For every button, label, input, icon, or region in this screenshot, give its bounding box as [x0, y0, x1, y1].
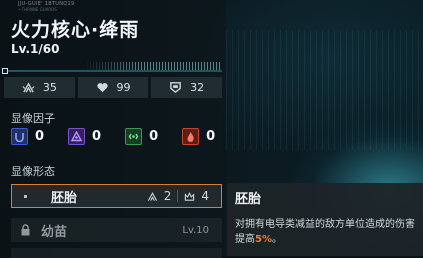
level-text: Lv.1/60 — [11, 42, 60, 56]
stat-health: 99 — [77, 77, 149, 98]
tooltip-title: 胚胎 — [235, 192, 262, 207]
blue-factor-icon — [11, 128, 28, 145]
factor-green[interactable]: 0 — [125, 128, 158, 145]
factor-purple-value: 0 — [92, 129, 102, 144]
form-item-locked[interactable]: 幼苗 Lv.10 — [11, 218, 222, 242]
attack-icon — [147, 191, 157, 201]
stat-defense-value: 32 — [190, 81, 205, 94]
green-factor-icon — [125, 128, 143, 145]
form-name: 幼苗 — [41, 224, 68, 240]
progress-wave — [84, 62, 222, 70]
red-factor-icon — [182, 128, 200, 145]
form-count-a: 2 — [163, 189, 172, 203]
heart-icon — [96, 83, 108, 93]
divider — [177, 190, 179, 202]
factors-section-label: 显像因子 — [11, 112, 55, 125]
progress-track — [4, 70, 222, 72]
level-progress-bar — [2, 62, 222, 74]
forms-section-label: 显像形态 — [11, 165, 55, 178]
factor-blue-value: 0 — [35, 129, 45, 144]
form-tooltip: 胚胎 对拥有电导类减益的敌方单位造成的伤害提高5%。 — [227, 183, 423, 256]
stat-attack: 35 — [4, 77, 75, 98]
background-particles — [220, 30, 420, 150]
micro-subtext: • THRNNE GUARDS — [18, 7, 57, 12]
lock-icon — [21, 224, 30, 236]
item-title: 火力核心·绛雨 — [11, 19, 140, 41]
form-item-active[interactable]: 胚胎 2 4 — [11, 184, 222, 208]
factors-list: 0 0 0 0 — [11, 128, 215, 145]
form-counts: 2 4 — [147, 189, 209, 203]
stat-defense: 32 — [151, 77, 223, 98]
form-item-partial[interactable] — [11, 248, 222, 258]
crown-icon — [185, 191, 195, 201]
factor-blue[interactable]: 0 — [11, 128, 44, 145]
tooltip-highlight: 5% — [255, 234, 272, 245]
stat-attack-value: 35 — [42, 81, 57, 94]
progress-knob — [2, 68, 8, 74]
form-count-b: 4 — [201, 189, 209, 203]
tooltip-text-end: 。 — [271, 234, 282, 245]
factor-red-value: 0 — [206, 129, 216, 144]
factor-green-value: 0 — [149, 129, 159, 144]
shield-icon — [170, 82, 182, 94]
form-name: 胚胎 — [51, 190, 78, 206]
bullet-icon — [24, 194, 27, 198]
factor-red[interactable]: 0 — [182, 128, 215, 145]
tooltip-body: 对拥有电导类减益的敌方单位造成的伤害提高5%。 — [235, 217, 417, 247]
stats-bar: 35 99 32 — [4, 77, 223, 98]
attack-icon — [22, 82, 35, 93]
stat-health-value: 99 — [116, 81, 131, 94]
factor-purple[interactable]: 0 — [68, 128, 101, 145]
purple-factor-icon — [68, 128, 86, 145]
form-level-requirement: Lv.10 — [182, 224, 209, 236]
item-level: Lv.1/60 — [11, 42, 59, 56]
